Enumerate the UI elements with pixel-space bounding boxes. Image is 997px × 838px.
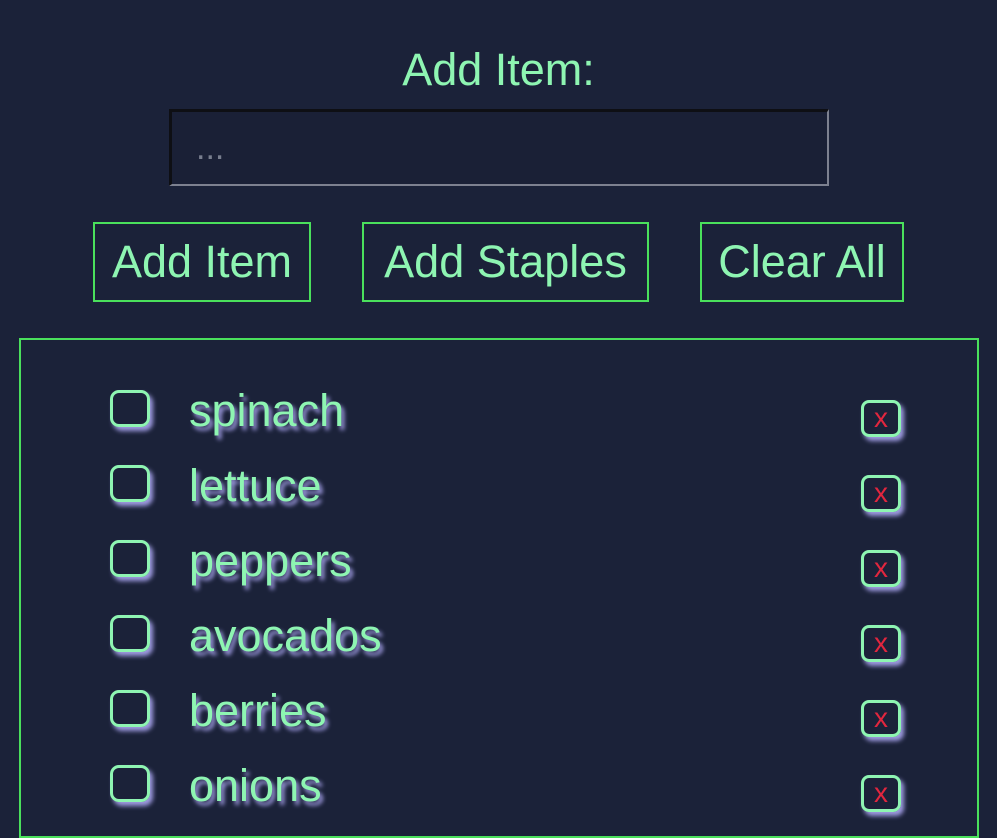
add-item-button[interactable]: Add Item: [93, 222, 311, 302]
checkbox-unchecked-icon[interactable]: [110, 765, 150, 802]
shopping-list: spinach x lettuce x peppers x avocados x…: [19, 338, 979, 838]
item-label: onions: [189, 760, 322, 811]
delete-x-icon[interactable]: x: [861, 775, 901, 812]
add-staples-button[interactable]: Add Staples: [362, 222, 649, 302]
list-item: berries x: [21, 640, 977, 737]
clear-all-button[interactable]: Clear All: [700, 222, 904, 302]
list-item: onions x: [21, 715, 977, 812]
list-item: peppers x: [21, 490, 977, 587]
list-item: avocados x: [21, 565, 977, 662]
item-input[interactable]: [169, 109, 829, 186]
list-item: lettuce x: [21, 415, 977, 512]
add-item-heading: Add Item:: [402, 44, 595, 95]
list-item: spinach x: [21, 340, 977, 437]
